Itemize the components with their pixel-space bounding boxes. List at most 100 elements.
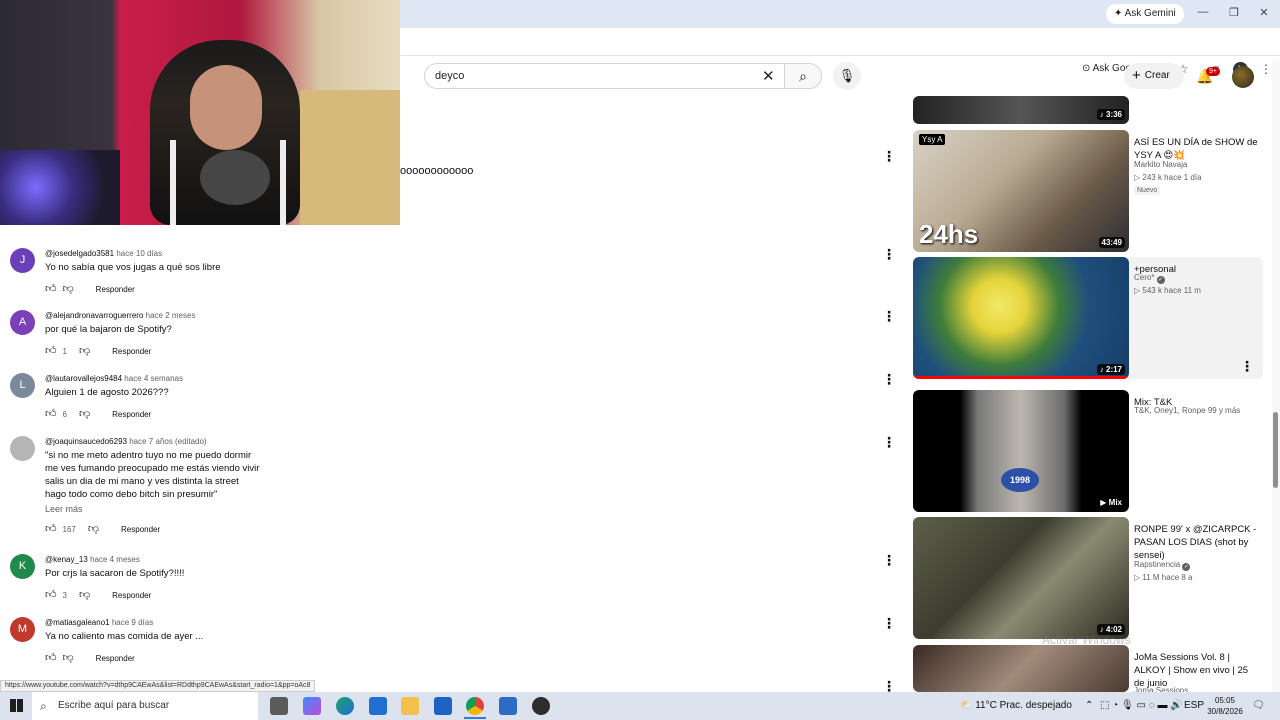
comment-author[interactable]: @kenay_13 (45, 555, 88, 564)
like-icon[interactable]: 👍︎ (45, 283, 57, 295)
scrollbar-thumb[interactable] (1273, 412, 1278, 488)
close-window-icon[interactable]: ✕ (1256, 6, 1272, 19)
reply-button[interactable]: Responder (112, 347, 151, 356)
comment-time: hace 4 semanas (124, 374, 183, 383)
system-tray-icons[interactable]: ⬚ ◔ 🎙 ▭ ◌ ▬ 🔊 (1100, 692, 1183, 720)
related-video[interactable]: JoMa Sessions Vol. 8 | ALKOY | Show en v… (913, 645, 1263, 695)
more-options-icon[interactable]: ⋮ (882, 679, 896, 693)
dislike-icon[interactable]: 👎︎ (79, 408, 90, 420)
dislike-icon[interactable]: 👎︎ (63, 283, 74, 295)
video-thumbnail[interactable]: 1998 ▶ Mix (913, 390, 1129, 512)
like-icon[interactable]: 👍︎ (45, 523, 57, 535)
related-video[interactable]: ♪ 2:17 +personal Cero* ✓ ▷ 543 k hace 11… (913, 257, 1263, 379)
notification-center-icon[interactable]: 🗨 (1252, 692, 1265, 720)
related-video[interactable]: ♪ 4:02 RONPE 99' x @ZICARPCK - PASAN LOS… (913, 517, 1263, 639)
comment-text: Por crjs la sacaron de Spotify?!!!! (45, 568, 185, 579)
channel-name-text: Cero* (1134, 273, 1155, 282)
video-title[interactable]: RONPE 99' x @ZICARPCK - PASAN LOS DIAS (… (1134, 523, 1259, 562)
reply-button[interactable]: Responder (112, 591, 151, 600)
video-title[interactable]: JoMa Sessions Vol. 8 | ALKOY | Show en v… (1134, 651, 1259, 690)
file-explorer-icon[interactable] (401, 697, 419, 715)
create-button[interactable]: + Crear (1124, 63, 1184, 89)
tray-overflow-icon[interactable]: ⌃ (1085, 692, 1093, 720)
more-options-icon[interactable]: ⋮ (882, 149, 896, 163)
comment-text: Ya no caliento mas comida de ayer ... (45, 631, 204, 642)
thumbnail-text: 1998 (1001, 468, 1039, 492)
restore-icon[interactable]: ❐ (1226, 6, 1242, 19)
reply-button[interactable]: Responder (96, 654, 135, 663)
dislike-icon[interactable]: 👎︎ (79, 345, 90, 357)
ask-gemini-button[interactable]: ✦ Ask Gemini (1106, 4, 1184, 24)
video-thumbnail[interactable]: ♪ 2:17 (913, 257, 1129, 379)
comment-text: Yo no sabía que vos jugas a qué sos libr… (45, 262, 221, 273)
edge-icon[interactable] (336, 697, 354, 715)
dislike-icon[interactable]: 👎︎ (88, 523, 99, 535)
comment-avatar[interactable]: L (10, 373, 35, 398)
video-thumbnail[interactable] (913, 645, 1129, 692)
search-button[interactable]: ⌕ (784, 63, 822, 89)
reply-button[interactable]: Responder (96, 285, 135, 294)
windows-start-icon[interactable] (10, 699, 23, 712)
comment-author[interactable]: @alejandronavarroguerrero (45, 311, 143, 320)
video-thumbnail[interactable]: ♪ 3:36 (913, 96, 1129, 124)
comment-author[interactable]: @joaquinsaucedo6293 (45, 437, 127, 446)
comment-author[interactable]: @josedelgado3581 (45, 249, 114, 258)
related-video[interactable]: Ysy A 24hs 43:49 ASÍ ES UN DÍA de SHOW d… (913, 130, 1263, 252)
store-icon[interactable] (369, 697, 387, 715)
related-video[interactable]: 1998 ▶ Mix Mix: T&K T&K, Oney1, Ronpe 99… (913, 390, 1263, 512)
weather-icon: ⛅ (960, 700, 973, 711)
like-icon[interactable]: 👍︎ (45, 652, 57, 664)
like-count: 167 (62, 525, 76, 534)
like-icon[interactable]: 👍︎ (45, 408, 57, 420)
obs-icon[interactable] (532, 697, 550, 715)
more-options-icon[interactable]: ⋮ (882, 309, 896, 323)
comment-avatar[interactable]: K (10, 554, 35, 579)
app-icon[interactable] (499, 697, 517, 715)
mail-icon[interactable] (434, 697, 452, 715)
read-more-link[interactable]: Leer más (45, 504, 305, 514)
channel-name[interactable]: Markito Navaja (1134, 160, 1187, 169)
reply-button[interactable]: Responder (121, 525, 160, 534)
duration-badge: ♪ 2:17 (1096, 364, 1125, 375)
more-options-icon[interactable]: ⋮ (882, 372, 896, 386)
related-video[interactable]: ♪ 3:36 (913, 96, 1263, 124)
dislike-icon[interactable]: 👎︎ (63, 652, 74, 664)
search-input[interactable]: deyco (424, 63, 788, 89)
comment-avatar[interactable] (10, 436, 35, 461)
more-options-icon[interactable]: ⋮ (882, 435, 896, 449)
chrome-icon[interactable] (466, 697, 484, 715)
task-view-icon[interactable] (270, 697, 288, 715)
user-avatar[interactable] (1232, 66, 1254, 88)
language-indicator[interactable]: ESP (1184, 692, 1204, 720)
voice-search-button[interactable]: 🎙 (833, 62, 861, 90)
minimize-icon[interactable]: — (1195, 6, 1211, 18)
windows-taskbar: ⌕ Escribe aquí para buscar ⛅ 11°C Prac. … (0, 692, 1280, 720)
comment-author[interactable]: @matiasgaleano1 (45, 618, 110, 627)
channel-name[interactable]: Rapstinencia ✓ (1134, 560, 1191, 571)
weather-widget[interactable]: ⛅ 11°C Prac. despejado (960, 692, 1072, 720)
channel-name[interactable]: T&K, Oney1, Ronpe 99 y más (1134, 406, 1240, 415)
more-options-icon[interactable]: ⋮ (882, 247, 896, 261)
duration-badge: 43:49 (1098, 237, 1125, 248)
like-icon[interactable]: 👍︎ (45, 345, 57, 357)
page-scrollbar[interactable] (1272, 60, 1280, 692)
taskbar-clock[interactable]: 05:05 30/8/2026 (1205, 695, 1245, 717)
comment-avatar[interactable]: A (10, 310, 35, 335)
pop-filter (200, 150, 270, 205)
dislike-icon[interactable]: 👎︎ (79, 589, 90, 601)
channel-name[interactable]: Cero* ✓ (1134, 273, 1165, 284)
like-icon[interactable]: 👍︎ (45, 589, 57, 601)
comment-avatar[interactable]: J (10, 248, 35, 273)
reply-button[interactable]: Responder (112, 410, 151, 419)
copilot-icon[interactable] (303, 697, 321, 715)
taskbar-search[interactable]: ⌕ Escribe aquí para buscar (32, 692, 258, 720)
video-thumbnail[interactable]: Ysy A 24hs 43:49 (913, 130, 1129, 252)
clear-search-icon[interactable]: ✕ (762, 67, 775, 85)
comment-avatar[interactable]: M (10, 617, 35, 642)
video-thumbnail[interactable]: ♪ 4:02 (913, 517, 1129, 639)
video-title[interactable]: ASÍ ES UN DÍA de SHOW de YSY A 😍💥 (1134, 136, 1259, 162)
more-options-icon[interactable]: ⋮ (882, 553, 896, 567)
more-options-icon[interactable]: ⋮ (1240, 359, 1254, 373)
comment-author[interactable]: @lautarovallejos9484 (45, 374, 122, 383)
more-options-icon[interactable]: ⋮ (882, 616, 896, 630)
